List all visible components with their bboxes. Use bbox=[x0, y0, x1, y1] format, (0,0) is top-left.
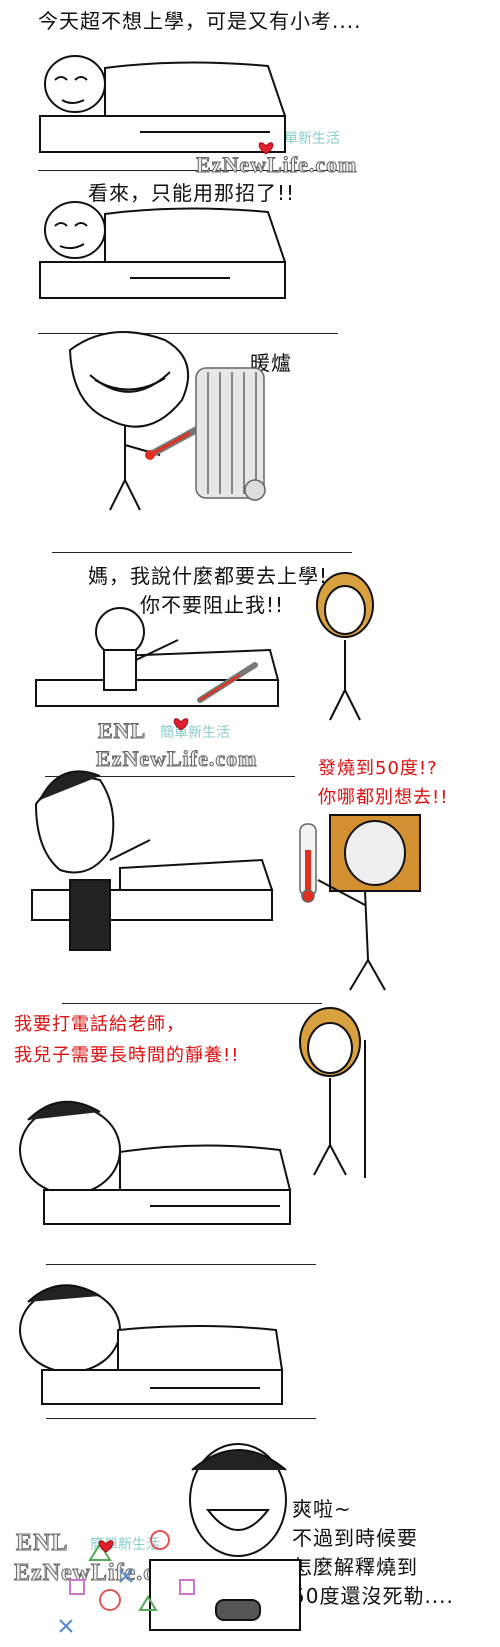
comic-artwork bbox=[19, 55, 421, 1633]
panel-1-bed bbox=[39, 55, 287, 153]
panel-7-bed bbox=[19, 1100, 292, 1225]
panel-8-bed bbox=[19, 1284, 284, 1405]
panel-5-scene bbox=[31, 770, 274, 951]
heater bbox=[195, 367, 266, 501]
panel-3-troll bbox=[68, 331, 190, 511]
mom bbox=[316, 572, 374, 721]
panel-4-scene bbox=[35, 607, 280, 707]
shocked-mom bbox=[317, 814, 421, 991]
panel-6-mom bbox=[299, 1007, 366, 1178]
panel-2-bed bbox=[39, 201, 287, 299]
panel-9-gamer bbox=[149, 1443, 301, 1631]
thermometer bbox=[299, 823, 317, 903]
